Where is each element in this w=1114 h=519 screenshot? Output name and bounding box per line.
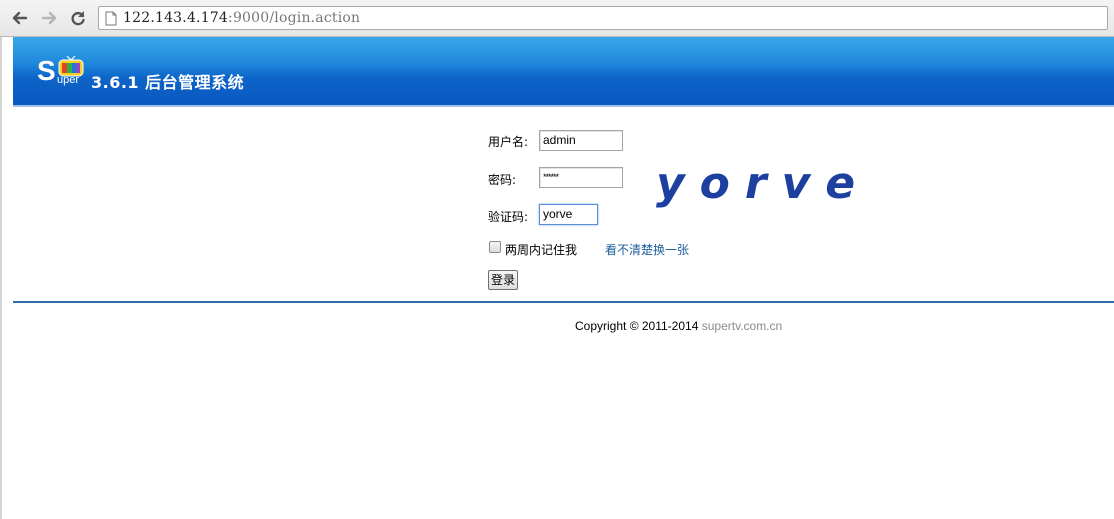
url-path: :9000/login.action [228,10,361,26]
login-button[interactable]: 登录 [488,270,518,290]
site-name: supertv.com.cn [701,319,783,333]
logo-word: uper [57,74,80,86]
remember-label: 两周内记住我 [505,243,578,257]
system-title: 3.6.1 后台管理系统 [91,73,245,92]
password-label: 密码: [488,173,517,187]
username-input[interactable]: admin [539,130,623,151]
url-text: 122.143.4.174:9000/login.action [123,10,360,26]
copyright-text: Copyright © 2011-2014 [575,319,699,333]
captcha-label: 验证码: [488,210,529,224]
browser-toolbar: 122.143.4.174:9000/login.action [0,0,1114,37]
remember-checkbox[interactable] [489,241,501,253]
back-arrow-icon[interactable] [10,8,30,28]
logo-letter: S [37,55,56,86]
username-label: 用户名: [488,135,529,149]
password-input[interactable]: ****** [539,167,623,188]
forward-arrow-icon[interactable] [39,8,59,28]
captcha-input[interactable]: yorve [539,204,598,225]
header-banner: S uper 3.6.1 后台管理系统 [13,37,1114,107]
page-icon [105,11,117,29]
address-bar[interactable]: 122.143.4.174:9000/login.action [98,6,1108,30]
reload-icon[interactable] [68,8,88,28]
refresh-captcha-link[interactable]: 看不清楚换一张 [605,241,689,258]
window-left-edge [0,37,2,519]
super-logo: S uper [37,47,89,91]
footer: Copyright © 2011-2014 supertv.com.cn [575,319,782,333]
captcha-image[interactable]: yorve [656,162,870,206]
url-host: 122.143.4.174 [123,10,229,26]
footer-divider [13,301,1114,303]
